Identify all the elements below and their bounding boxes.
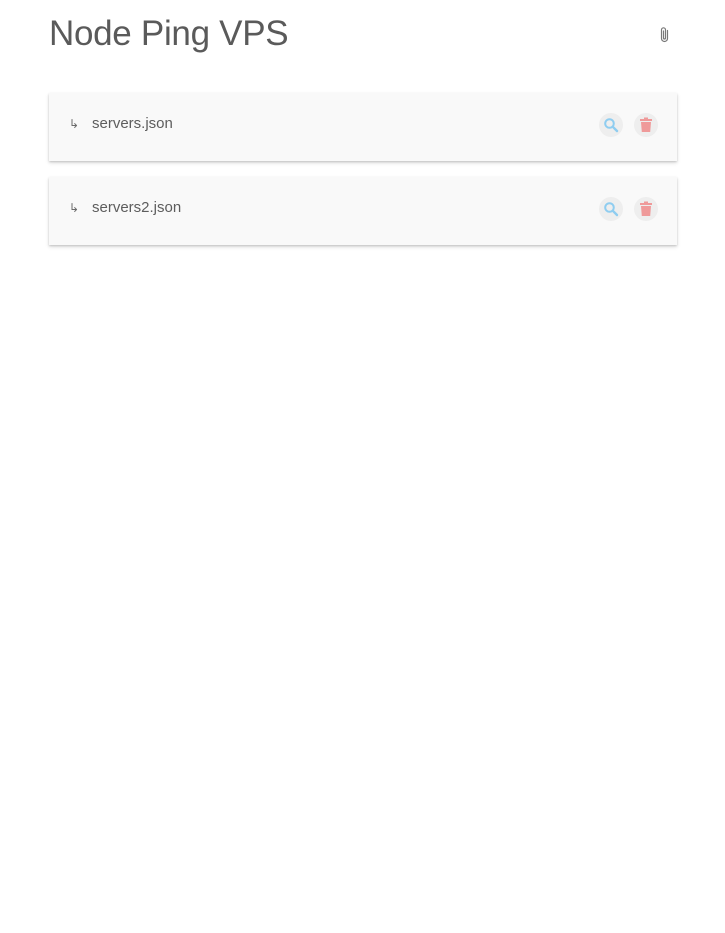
file-card[interactable]: ↳ servers2.json — [49, 177, 677, 245]
trash-icon — [639, 117, 653, 133]
paperclip-icon — [657, 26, 673, 47]
view-file-button[interactable] — [599, 197, 623, 221]
file-name: servers2.json — [92, 199, 182, 216]
app-root: Node Ping VPS ↳ servers.json ↳ servers2.… — [0, 0, 725, 933]
subdirectory-arrow-icon: ↳ — [69, 117, 80, 131]
page-header: Node Ping VPS — [49, 12, 677, 60]
search-icon — [603, 117, 619, 133]
trash-icon — [639, 201, 653, 217]
page-title: Node Ping VPS — [49, 14, 289, 53]
attach-file-button[interactable] — [653, 24, 677, 48]
file-card[interactable]: ↳ servers.json — [49, 93, 677, 161]
delete-file-button[interactable] — [634, 197, 658, 221]
subdirectory-arrow-icon: ↳ — [69, 201, 80, 215]
file-name: servers.json — [92, 115, 173, 132]
delete-file-button[interactable] — [634, 113, 658, 137]
search-icon — [603, 201, 619, 217]
view-file-button[interactable] — [599, 113, 623, 137]
file-list: ↳ servers.json ↳ servers2.json — [49, 93, 677, 261]
